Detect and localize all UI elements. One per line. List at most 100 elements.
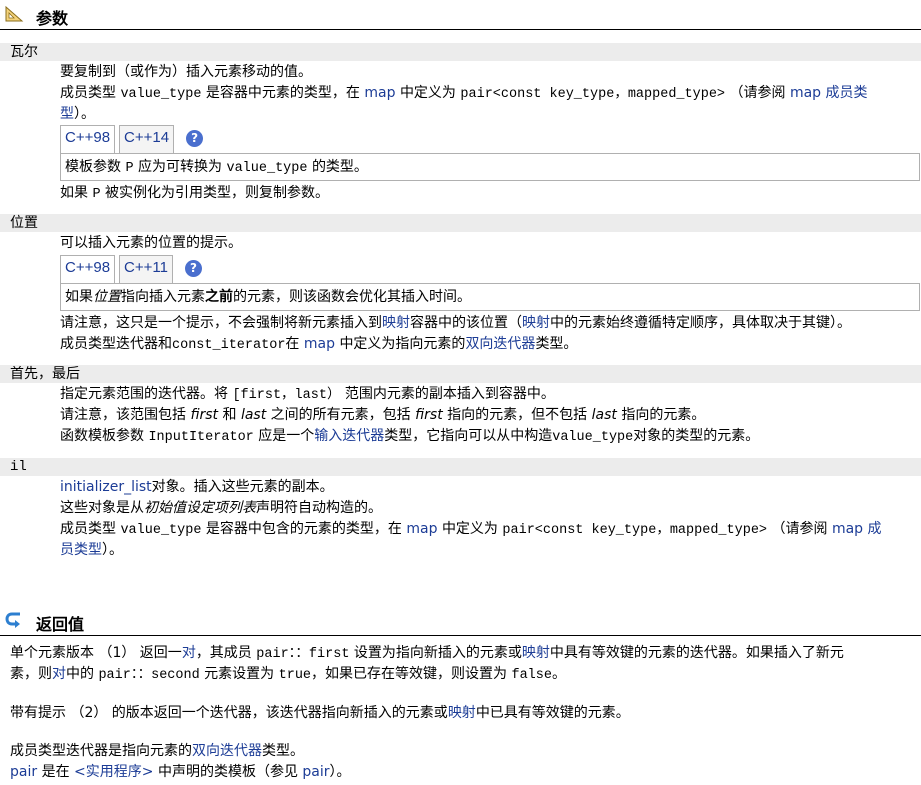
map-link[interactable]: 映射	[522, 645, 550, 661]
bold-text: 之前	[205, 289, 233, 305]
text: 应是一个	[258, 428, 315, 444]
text: 类型。	[535, 336, 578, 352]
italic-text: 初始值设定项列表	[144, 500, 256, 516]
text: 请注意，这只是一个提示，不会强制将新元素插入到	[60, 315, 382, 331]
code-p: P	[92, 187, 101, 202]
pair-link[interactable]: pair	[10, 764, 37, 780]
code-range: [first，last）	[232, 388, 341, 403]
param-first-last-line1: 指定元素范围的迭代器。将 [first，last） 范围内元素的副本插入到容器中…	[60, 384, 555, 406]
text: 成员类型	[60, 85, 116, 101]
tab-cpp98[interactable]: C++98	[60, 255, 116, 283]
code-pair-first: pair：：first	[256, 647, 350, 662]
text: 函数模板参数	[60, 428, 144, 444]
text: 。	[552, 666, 566, 682]
text: 成员类型	[60, 521, 116, 537]
bidirectional-iterator-link[interactable]: 双向迭代器	[192, 743, 262, 759]
text: ，其成员	[195, 645, 252, 661]
text: 这些对象是从	[60, 500, 144, 516]
utility-header-link[interactable]: <实用程序>	[74, 764, 153, 780]
code-value-type: value_type	[552, 430, 634, 445]
code-value-type: value_type	[120, 87, 202, 102]
param-position-iter: 成员类型迭代器和const_iterator在 map 中定义为指向元素的双向迭…	[60, 334, 577, 356]
pair-link[interactable]: 对	[182, 645, 196, 661]
param-name-val: 瓦尔	[0, 43, 921, 61]
val-version-box: 模板参数 P 应为可转换为 value_type 的类型。	[60, 153, 920, 181]
text: 对象的类型的元素。	[633, 428, 760, 444]
parameters-header: 参数	[0, 0, 921, 30]
code-false: false	[511, 668, 552, 683]
text: 成员类型迭代器和	[60, 336, 172, 352]
param-il-line2: 这些对象是从初始值设定项列表声明符自动构造的。	[60, 498, 382, 518]
input-iterator-link[interactable]: 输入迭代器	[314, 428, 384, 444]
return-p3: 成员类型迭代器是指向元素的双向迭代器类型。	[10, 741, 304, 761]
text: 单个元素版本 （1） 返回一	[10, 645, 182, 661]
code-input-iterator: InputIterator	[148, 430, 254, 445]
help-icon[interactable]: ?	[186, 130, 204, 147]
map-member-types-link-cont[interactable]: 型	[60, 106, 74, 122]
text: 中定义为	[441, 521, 498, 537]
val-version-tabs: C++98 C++14?	[60, 125, 204, 153]
text: 中的	[66, 666, 94, 682]
text: 是容器中元素的类型，在	[205, 85, 360, 101]
text: 中的元素始终遵循特定顺序，具体取决于其键）。	[550, 315, 851, 331]
param-position-desc: 可以插入元素的位置的提示。	[60, 235, 242, 251]
initializer-list-link[interactable]: initializer_list	[60, 479, 152, 495]
text: 请注意，该范围包括	[60, 407, 186, 423]
parameters-title: 参数	[36, 9, 69, 28]
text: 如果	[60, 185, 88, 201]
return-arrow-icon	[5, 612, 20, 628]
text: 的类型。	[311, 159, 368, 175]
param-name-first-last: 首先，最后	[0, 365, 921, 383]
map-link[interactable]: map	[304, 336, 335, 352]
bidirectional-iterator-link[interactable]: 双向迭代器	[465, 336, 535, 352]
param-il-line4: 员类型）。	[60, 540, 123, 560]
text: ，如果已存在等效键，则设置为	[311, 666, 508, 682]
map-link[interactable]: map	[364, 85, 395, 101]
param-name-il: il	[0, 458, 921, 476]
tab-cpp98[interactable]: C++98	[60, 125, 116, 153]
map-link[interactable]: 映射	[382, 315, 410, 331]
pair-link[interactable]: pair	[302, 764, 329, 780]
tab-cpp11[interactable]: C++11	[119, 255, 173, 283]
text: 元素设置为	[204, 666, 275, 682]
text: 指向插入元素	[121, 289, 205, 305]
text: 中具有等效键的元素的迭代器。如果插入了新元	[549, 645, 844, 661]
code-const-iterator: const_iterator	[172, 338, 286, 353]
return-value-title: 返回值	[36, 615, 85, 634]
help-icon[interactable]: ?	[184, 260, 202, 277]
code-value-type: value_type	[120, 523, 202, 538]
text: ）。	[102, 542, 123, 558]
map-member-types-link[interactable]: map 成员类	[790, 85, 868, 101]
text: 范围内元素的副本插入到容器中。	[344, 386, 555, 402]
position-version-box: 如果位置指向插入元素之前的元素，则该函数会优化其插入时间。	[60, 283, 920, 311]
param-first-last-line2: 请注意，该范围包括 first 和 last 之间的所有元素，包括 first …	[60, 405, 705, 425]
text: 是容器中包含的元素的类型，在	[205, 521, 402, 537]
triangle-ruler-icon	[5, 5, 24, 22]
italic-last: last	[591, 407, 617, 423]
code-pair-second: pair：：second	[98, 668, 200, 683]
map-link[interactable]: map	[406, 521, 437, 537]
italic-text: 位置	[93, 289, 121, 305]
text: 指向的元素。	[621, 407, 706, 423]
text: 被实例化为引用类型，则复制参数。	[105, 185, 330, 201]
code-p: P	[125, 161, 134, 176]
text: 如果	[65, 289, 93, 305]
text: 之间的所有元素，包括	[270, 407, 411, 423]
map-member-types-link[interactable]: map 成	[832, 521, 882, 537]
text: 素，则	[10, 666, 52, 682]
param-first-last-line3: 函数模板参数 InputIterator 应是一个输入迭代器类型，它指向可以从中…	[60, 426, 759, 448]
text: 中声明的类模板（参见	[157, 764, 298, 780]
param-val-line2: 成员类型 value_type 是容器中元素的类型，在 map 中定义为 pai…	[60, 83, 868, 105]
tab-cpp14[interactable]: C++14	[119, 125, 175, 153]
pair-link[interactable]: 对	[52, 666, 66, 682]
map-member-types-link-cont[interactable]: 员类型	[60, 542, 102, 558]
text: 的元素，则该函数会优化其插入时间。	[233, 289, 471, 305]
param-val-line3: 型）。	[60, 104, 95, 124]
text: 类型，它指向可以从中构造	[384, 428, 553, 444]
map-link[interactable]: 映射	[448, 705, 476, 721]
text: 声明符自动构造的。	[256, 500, 382, 516]
text: 指定元素范围的迭代器。将	[60, 386, 228, 402]
text: 带有提示 （2） 的版本返回一个迭代器，该迭代器指向新插入的元素或	[10, 705, 448, 721]
map-link[interactable]: 映射	[522, 315, 550, 331]
text: （请参阅	[729, 85, 786, 101]
